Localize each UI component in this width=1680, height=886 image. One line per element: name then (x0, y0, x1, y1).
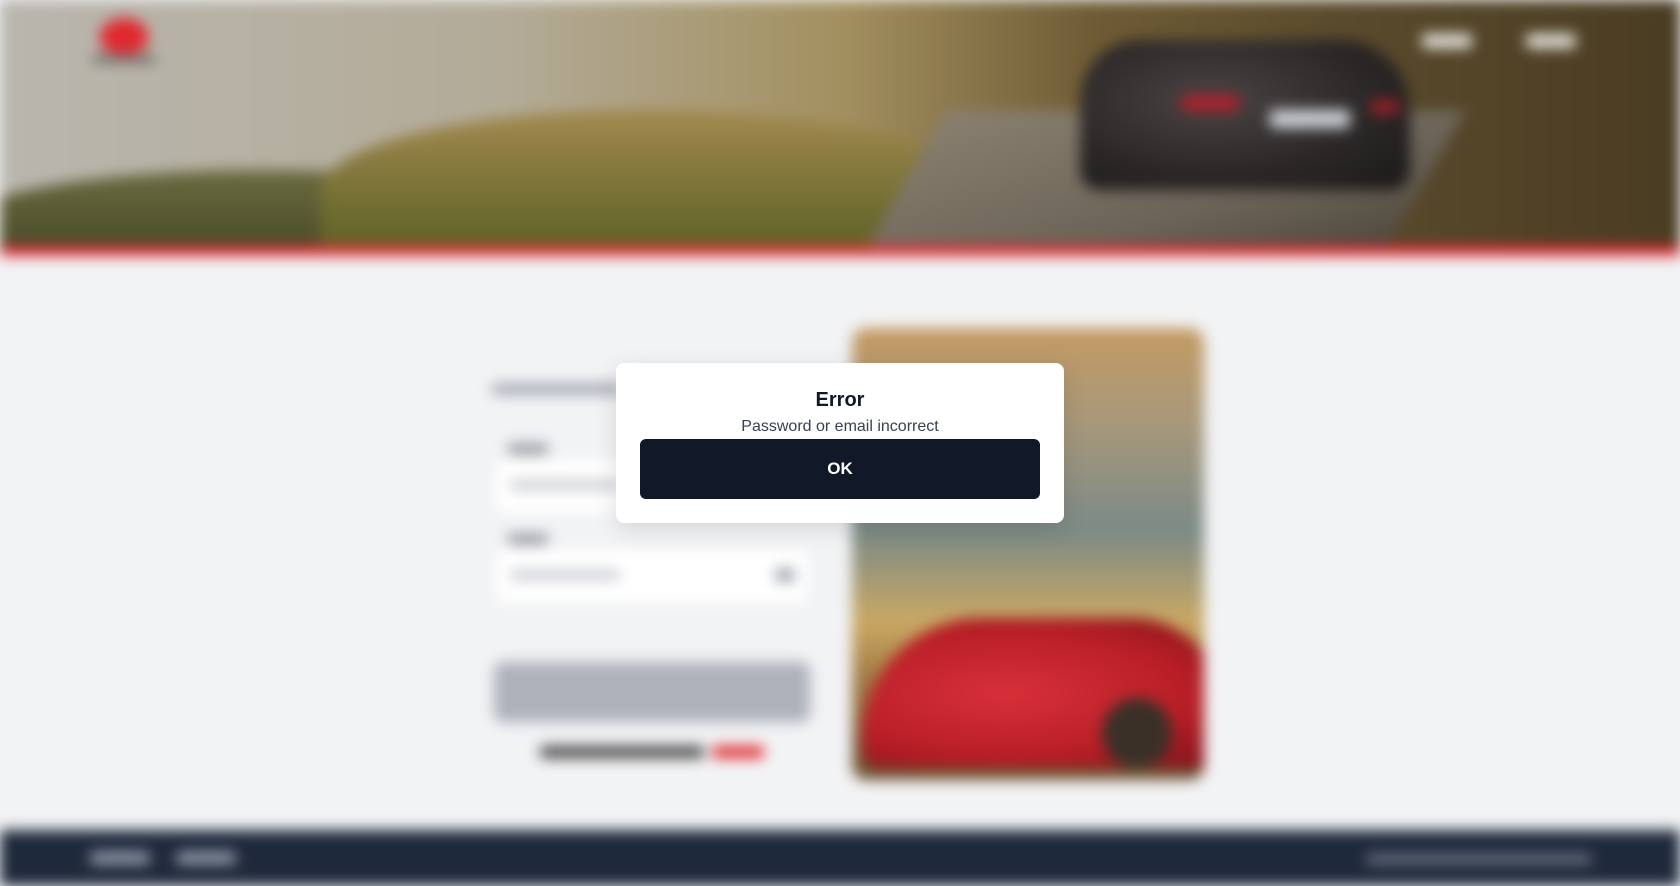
error-dialog-title: Error (815, 389, 865, 411)
signup-link (712, 746, 764, 758)
show-password-icon (774, 568, 796, 582)
password-field (496, 550, 808, 602)
hero-car-taillight (1370, 100, 1400, 114)
promo-car-wheel (1102, 698, 1172, 768)
error-dialog-message: Password or email incorrect (741, 418, 939, 435)
signup-prompt (540, 746, 704, 758)
footer-link (90, 852, 150, 864)
login-subheading (492, 384, 622, 394)
error-dialog: Error Password or email incorrect OK (616, 363, 1064, 523)
email-placeholder (510, 480, 620, 490)
password-label (508, 534, 548, 544)
brand-logo-text (92, 56, 156, 62)
footer-copyright (1366, 854, 1592, 864)
password-placeholder (510, 570, 620, 580)
hero-car (1080, 40, 1410, 190)
ok-button[interactable]: OK (640, 439, 1040, 499)
email-label (508, 444, 548, 454)
hero-car-taillight (1180, 95, 1240, 111)
brand-logo-icon (100, 18, 148, 54)
nav-link (1526, 34, 1576, 48)
footer-link (176, 852, 236, 864)
hero-accent-bar (0, 246, 1680, 256)
nav-link (1422, 34, 1472, 48)
footer (0, 830, 1680, 886)
hero-car-plate (1270, 110, 1350, 128)
login-button (494, 662, 810, 722)
